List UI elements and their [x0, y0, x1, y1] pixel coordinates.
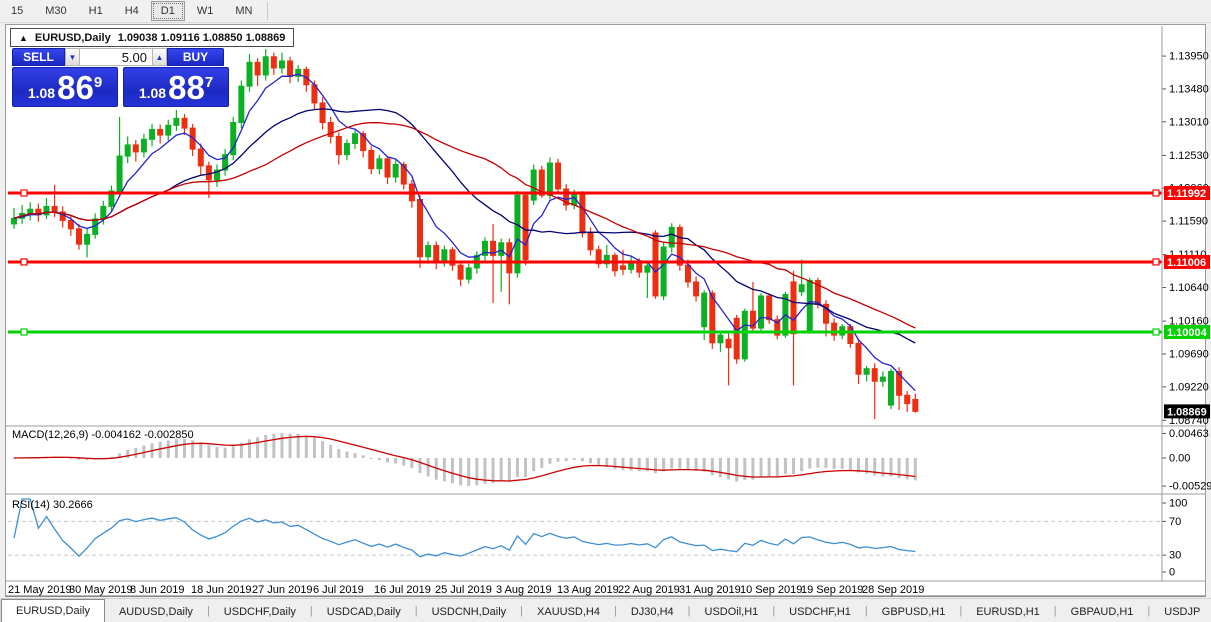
- buy-button[interactable]: BUY: [167, 48, 224, 66]
- svg-text:1.10004: 1.10004: [1167, 327, 1208, 339]
- svg-text:18 Jun 2019: 18 Jun 2019: [191, 584, 252, 596]
- svg-text:1.09220: 1.09220: [1169, 381, 1209, 393]
- macd-histogram: [12, 433, 917, 486]
- hline-price-label: 1.11006: [1164, 254, 1210, 269]
- tab-eurusd-daily[interactable]: EURUSD,Daily: [1, 599, 105, 622]
- sma-mid-line: [13, 108, 916, 344]
- svg-text:1.11992: 1.11992: [1167, 188, 1206, 200]
- rsi-indicator-label: RSI(14) 30.2666: [12, 499, 93, 511]
- chart-title-box[interactable]: ▲ EURUSD,Daily 1.09038 1.09116 1.08850 1…: [10, 28, 295, 47]
- svg-text:1.13480: 1.13480: [1169, 83, 1209, 95]
- sell-price-main: 86: [57, 69, 94, 106]
- tab-list: EURUSD,Daily AUDUSD,Daily | USDCHF,Daily | US…: [1, 599, 1211, 622]
- date-axis: 21 May 201930 May 20198 Jun 2019 18 Jun 2…: [8, 584, 924, 596]
- svg-text:28 Sep 2019: 28 Sep 2019: [862, 584, 924, 596]
- chevron-up-icon: ▲: [155, 52, 164, 62]
- tab-usdjp[interactable]: USDJP: [1150, 601, 1211, 622]
- svg-text:-0.005299: -0.005299: [1169, 481, 1211, 493]
- collapse-triangle-icon[interactable]: ▲: [19, 33, 28, 43]
- tab-eurusd-h1[interactable]: EURUSD,H1: [962, 601, 1054, 622]
- tab-usdcnh-daily[interactable]: USDCNH,Daily: [418, 601, 521, 622]
- svg-text:21 May 2019: 21 May 2019: [8, 584, 72, 596]
- svg-text:30 May 2019: 30 May 2019: [69, 584, 133, 596]
- svg-text:70: 70: [1169, 516, 1181, 528]
- hline-price-label: 1.11992: [1164, 185, 1210, 200]
- buy-price-main: 88: [168, 69, 205, 106]
- tab-usdchf-daily[interactable]: USDCHF,Daily: [210, 601, 310, 622]
- svg-text:3 Aug 2019: 3 Aug 2019: [496, 584, 552, 596]
- volume-down-button[interactable]: ▼: [65, 48, 80, 66]
- svg-text:19 Sep 2019: 19 Sep 2019: [801, 584, 863, 596]
- tab-dj30-h4[interactable]: DJ30,H4: [617, 601, 688, 622]
- pane-separators: [6, 26, 1205, 597]
- chart-tabs-bar: EURUSD,Daily AUDUSD,Daily | USDCHF,Daily | US…: [0, 598, 1211, 622]
- svg-text:30: 30: [1169, 550, 1181, 562]
- svg-text:1.08869: 1.08869: [1167, 406, 1207, 418]
- sell-price-display[interactable]: 1.08 86 9: [12, 67, 118, 107]
- rsi-levels: [8, 520, 1162, 556]
- svg-text:1.13010: 1.13010: [1169, 116, 1209, 128]
- tab-gbpusd-h1[interactable]: GBPUSD,H1: [868, 601, 960, 622]
- buy-price-pipette: 7: [204, 74, 214, 91]
- chevron-down-icon: ▼: [68, 52, 77, 62]
- volume-up-button[interactable]: ▲: [152, 48, 167, 66]
- trade-panel-prices: 1.08 86 9 1.08 88 7: [12, 67, 230, 107]
- svg-text:25 Jul 2019: 25 Jul 2019: [435, 584, 492, 596]
- hline-price-label: 1.10004: [1164, 325, 1210, 340]
- macd-signal-line: [13, 435, 916, 482]
- current-price-label: 1.08869: [1164, 404, 1210, 419]
- ema-fast-line: [13, 73, 916, 392]
- volume-input[interactable]: [80, 48, 152, 66]
- svg-text:13 Aug 2019: 13 Aug 2019: [557, 584, 619, 596]
- svg-text:1.11590: 1.11590: [1169, 216, 1208, 228]
- tab-xauusd-h4[interactable]: XAUUSD,H4: [523, 601, 614, 622]
- svg-text:1.10640: 1.10640: [1169, 282, 1209, 294]
- tab-usdoil-h1[interactable]: USDOil,H1: [691, 601, 773, 622]
- macd-indicator-label: MACD(12,26,9) -0.004162 -0.002850: [12, 429, 194, 441]
- svg-text:1.09690: 1.09690: [1169, 348, 1209, 360]
- sma-slow-line: [13, 121, 916, 329]
- rsi-line: [13, 498, 916, 558]
- svg-text:0.00: 0.00: [1169, 453, 1190, 465]
- svg-text:31 Aug 2019: 31 Aug 2019: [679, 584, 741, 596]
- svg-text:1.13950: 1.13950: [1169, 51, 1209, 63]
- svg-text:22 Aug 2019: 22 Aug 2019: [618, 584, 680, 596]
- chart-symbol-label: EURUSD,Daily: [34, 31, 111, 44]
- chart-ohlc-values: 1.09038 1.09116 1.08850 1.08869: [117, 31, 286, 44]
- svg-text:1.11006: 1.11006: [1167, 257, 1206, 269]
- buy-price-prefix: 1.08: [138, 85, 167, 101]
- svg-text:6 Jul 2019: 6 Jul 2019: [313, 584, 364, 596]
- svg-text:27 Jun 2019: 27 Jun 2019: [252, 584, 313, 596]
- svg-text:0: 0: [1169, 567, 1175, 579]
- svg-text:16 Jul 2019: 16 Jul 2019: [374, 584, 431, 596]
- trade-panel-controls: SELL ▼ ▲ BUY: [12, 48, 230, 66]
- sell-price-prefix: 1.08: [27, 85, 56, 101]
- sell-price-pipette: 9: [93, 74, 103, 91]
- svg-text:1.12530: 1.12530: [1169, 150, 1209, 162]
- sell-button[interactable]: SELL: [12, 48, 65, 66]
- buy-price-display[interactable]: 1.08 88 7: [123, 67, 229, 107]
- svg-text:8 Jun 2019: 8 Jun 2019: [130, 584, 184, 596]
- tab-usdcad-daily[interactable]: USDCAD,Daily: [313, 601, 415, 622]
- macd-axis: 0.00463 0.00 -0.005299: [1162, 428, 1211, 493]
- price-axis: 1.139501.134801.130101.125301.120601.115…: [1162, 51, 1209, 427]
- one-click-trading-panel: SELL ▼ ▲ BUY 1.08 86 9 1.08 88 7: [12, 48, 230, 107]
- svg-text:10 Sep 2019: 10 Sep 2019: [740, 584, 802, 596]
- tab-usdchf-h1[interactable]: USDCHF,H1: [775, 601, 865, 622]
- rsi-axis: 100 70 30 0: [1162, 498, 1187, 579]
- svg-text:100: 100: [1169, 498, 1187, 510]
- tab-audusd-daily[interactable]: AUDUSD,Daily: [105, 601, 207, 622]
- svg-text:0.00463: 0.00463: [1169, 428, 1209, 440]
- tab-gbpaud-h1[interactable]: GBPAUD,H1: [1057, 601, 1148, 622]
- mt4-window: 15 M30 H1 H4 D1 W1 MN 1.13950 1.13480 1.13010 1.1…: [0, 0, 1211, 622]
